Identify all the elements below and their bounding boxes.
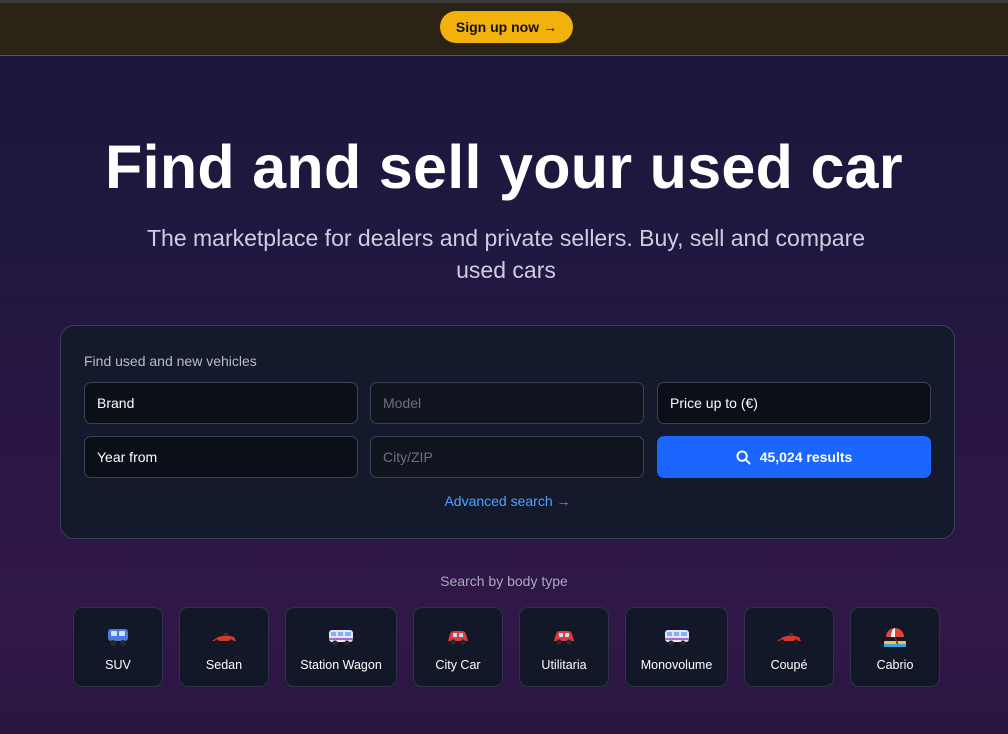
body-type-label: Monovolume [640, 658, 713, 672]
body-type-card-cabrio[interactable]: Cabrio [850, 607, 940, 687]
suv-icon [104, 625, 132, 649]
body-type-label: City Car [435, 658, 481, 672]
body-type-label: SUV [105, 658, 131, 672]
minibus-icon [663, 625, 691, 649]
car-icon [444, 625, 472, 649]
race-car-icon [210, 625, 238, 649]
top-banner: Sign up now → [0, 0, 1008, 56]
advanced-search-link[interactable]: Advanced search → [61, 493, 954, 509]
body-type-card-station-wagon[interactable]: Station Wagon [285, 607, 397, 687]
search-results-label: 45,024 results [759, 449, 853, 465]
arrow-right-icon: → [543, 19, 558, 35]
brand-select[interactable]: Brand [84, 382, 358, 424]
body-type-card-suv[interactable]: SUV [73, 607, 163, 687]
city-zip-placeholder: City/ZIP [383, 449, 433, 465]
model-select[interactable]: Model [370, 382, 644, 424]
body-type-card-city-car[interactable]: City Car [413, 607, 503, 687]
search-panel: Find used and new vehicles Brand Model P… [60, 325, 955, 539]
car-icon [550, 625, 578, 649]
beach-umbrella-icon [881, 625, 909, 649]
hero-title: Find and sell your used car [105, 133, 903, 201]
search-icon [736, 449, 751, 465]
price-select[interactable]: Price up to (€) [657, 382, 931, 424]
brand-select-label: Brand [97, 395, 135, 411]
year-select[interactable]: Year from [84, 436, 358, 478]
signup-label: Sign up now [455, 19, 540, 35]
price-select-label: Price up to (€) [670, 395, 758, 411]
search-results-button[interactable]: 45,024 results [657, 436, 931, 478]
body-type-label: Cabrio [876, 658, 914, 672]
signup-button[interactable]: Sign up now → [440, 11, 573, 43]
year-select-label: Year from [97, 449, 158, 465]
search-panel-heading: Find used and new vehicles [84, 353, 257, 369]
body-type-card-sedan[interactable]: Sedan [179, 607, 269, 687]
body-type-label: Sedan [205, 658, 243, 672]
hero-subtitle: The marketplace for dealers and private … [146, 225, 866, 283]
body-type-card-utilitaria[interactable]: Utilitaria [519, 607, 609, 687]
model-select-placeholder: Model [383, 395, 422, 411]
body-type-heading: Search by body type [440, 573, 568, 589]
city-zip-input[interactable]: City/ZIP [370, 436, 644, 478]
body-type-label: Station Wagon [300, 658, 382, 672]
body-type-label: Utilitaria [541, 658, 587, 672]
race-car-icon [775, 625, 803, 649]
body-type-card-monovolume[interactable]: Monovolume [625, 607, 728, 687]
body-type-label: Coupé [770, 658, 808, 672]
body-type-card-coupe[interactable]: Coupé [744, 607, 834, 687]
minibus-icon [327, 625, 355, 649]
